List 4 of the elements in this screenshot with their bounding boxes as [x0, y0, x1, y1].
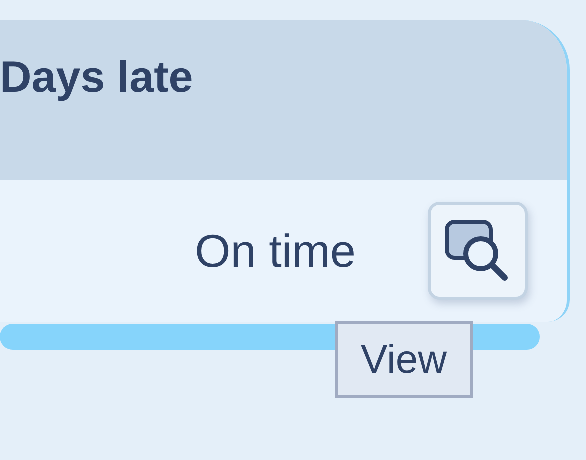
view-button[interactable]	[428, 202, 528, 300]
table-cell-text: On time	[194, 224, 356, 279]
column-header: Days late	[0, 52, 194, 104]
tooltip: View	[335, 321, 473, 398]
